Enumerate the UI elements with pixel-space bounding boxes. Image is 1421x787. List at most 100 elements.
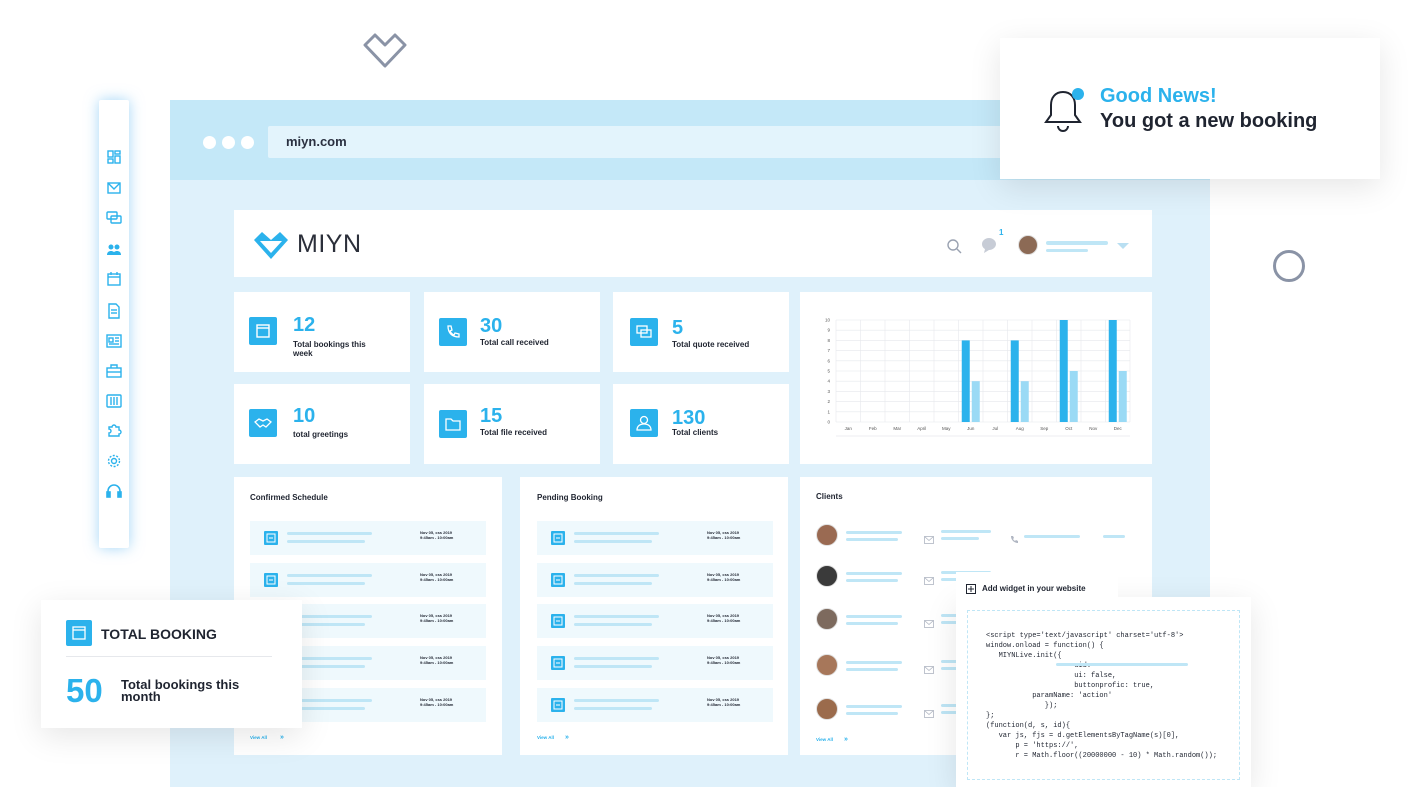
address-url: miyn.com xyxy=(286,134,347,149)
briefcase-icon[interactable] xyxy=(106,363,122,379)
view-all-link[interactable]: View All xyxy=(816,737,833,742)
row-sub-placeholder xyxy=(574,707,652,710)
chevron-down-icon[interactable] xyxy=(1116,242,1130,250)
code-line: r = Math.floor((20000000 - 10) * Math.ra… xyxy=(986,752,1218,760)
brand-name: MIYN xyxy=(297,230,362,258)
brand-logo-icon xyxy=(254,232,288,259)
code-line: ui: false, xyxy=(986,672,1117,680)
view-all-arrow-icon[interactable]: » xyxy=(280,734,284,741)
booking-icon xyxy=(551,698,565,712)
view-all-arrow-icon[interactable]: » xyxy=(844,736,848,743)
view-all-link[interactable]: View All xyxy=(250,735,267,740)
notification-message: You got a new booking xyxy=(1100,110,1318,132)
add-widget-icon[interactable] xyxy=(966,584,976,594)
user-role-placeholder xyxy=(1046,249,1088,252)
stat-label: Total quote received xyxy=(672,340,750,349)
x-tick-label: Aug xyxy=(1016,426,1025,431)
x-tick-label: Dec xyxy=(1114,426,1123,431)
users-icon[interactable] xyxy=(106,241,122,257)
x-tick-label: Jul xyxy=(992,426,998,431)
booking-icon xyxy=(551,573,565,587)
user-avatar[interactable] xyxy=(1018,235,1038,255)
logo-outline-icon xyxy=(363,33,407,68)
booking-time: 9:45am - 10:00am xyxy=(420,702,454,707)
view-all-arrow-icon[interactable]: » xyxy=(565,734,569,741)
folder-icon xyxy=(439,410,467,438)
x-tick-label: Oct xyxy=(1065,426,1073,431)
code-line: paramName: 'action' xyxy=(986,692,1113,700)
client-email2-placeholder xyxy=(941,537,979,540)
client-company-placeholder xyxy=(846,579,898,582)
client-avatar xyxy=(816,608,838,630)
client-name-placeholder xyxy=(846,531,902,534)
stat-value: 5 xyxy=(672,317,684,339)
messages-icon[interactable] xyxy=(980,236,998,254)
booking-time: 9:45am - 10:00am xyxy=(420,618,454,623)
x-tick-label: Jun xyxy=(967,426,975,431)
booking-time: 9:45am - 10:00am xyxy=(707,702,741,707)
sliders-icon[interactable] xyxy=(106,393,122,409)
user-icon xyxy=(630,409,658,437)
stat-value: 12 xyxy=(293,314,316,336)
y-tick-label: 5 xyxy=(827,369,830,374)
row-title-placeholder xyxy=(287,574,372,577)
dashboard-icon[interactable] xyxy=(106,149,122,165)
mail-icon xyxy=(924,661,934,674)
calendar-icon[interactable] xyxy=(106,271,122,287)
row-title-placeholder xyxy=(287,532,372,535)
client-company-placeholder xyxy=(846,712,898,715)
panel-title: Pending Booking xyxy=(537,493,603,502)
window-dot-minimize[interactable] xyxy=(222,136,235,149)
newspaper-icon[interactable] xyxy=(106,333,122,349)
document-icon[interactable] xyxy=(106,303,122,319)
y-tick-label: 3 xyxy=(827,389,830,394)
gear-icon[interactable] xyxy=(106,453,122,469)
panel-title: Clients xyxy=(816,492,843,501)
y-tick-label: 9 xyxy=(827,328,830,333)
booking-time: 9:45am - 10:00am xyxy=(420,577,454,582)
window-dot-maximize[interactable] xyxy=(241,136,254,149)
row-sub-placeholder xyxy=(287,540,365,543)
client-name-placeholder xyxy=(846,572,902,575)
search-icon[interactable] xyxy=(946,238,962,254)
widget-title: Add widget in your website xyxy=(982,584,1086,593)
chart-bar xyxy=(1010,340,1019,422)
booking-icon xyxy=(551,531,565,545)
booking-time: 9:45am - 10:00am xyxy=(707,660,741,665)
stat-value: 130 xyxy=(672,407,706,429)
y-tick-label: 4 xyxy=(827,379,830,384)
headset-icon[interactable] xyxy=(106,483,122,499)
booking-icon xyxy=(264,573,278,587)
total-booking-title: TOTAL BOOKING xyxy=(101,626,217,642)
chart-bar xyxy=(1020,381,1029,422)
x-tick-label: May xyxy=(942,426,951,431)
phone-icon xyxy=(1010,531,1019,543)
client-extra-placeholder xyxy=(1103,535,1125,538)
code-line: MIYNLive.init({ xyxy=(986,652,1062,660)
view-all-link[interactable]: View All xyxy=(537,735,554,740)
row-sub-placeholder xyxy=(574,540,652,543)
x-tick-label: Jan xyxy=(845,426,853,431)
handshake-icon xyxy=(249,409,277,437)
stat-value: 10 xyxy=(293,405,316,427)
chat-icon[interactable] xyxy=(106,210,122,226)
address-bar[interactable] xyxy=(268,126,1028,158)
client-name-placeholder xyxy=(846,615,902,618)
client-company-placeholder xyxy=(846,668,898,671)
stat-label: Total bookings this week xyxy=(293,340,366,358)
stat-value: 15 xyxy=(480,405,503,427)
panel-title: Confirmed Schedule xyxy=(250,493,328,502)
window-dot-close[interactable] xyxy=(203,136,216,149)
chart-bar xyxy=(971,381,980,422)
chat-icon xyxy=(630,318,658,346)
total-booking-value: 50 xyxy=(66,672,103,709)
row-sub-placeholder xyxy=(574,582,652,585)
client-avatar xyxy=(816,524,838,546)
mail-icon[interactable] xyxy=(106,180,122,196)
client-company-placeholder xyxy=(846,622,898,625)
booking-time: 9:45am - 10:00am xyxy=(707,577,741,582)
client-avatar xyxy=(816,698,838,720)
booking-icon xyxy=(264,531,278,545)
puzzle-icon[interactable] xyxy=(106,422,122,438)
row-sub-placeholder xyxy=(574,665,652,668)
